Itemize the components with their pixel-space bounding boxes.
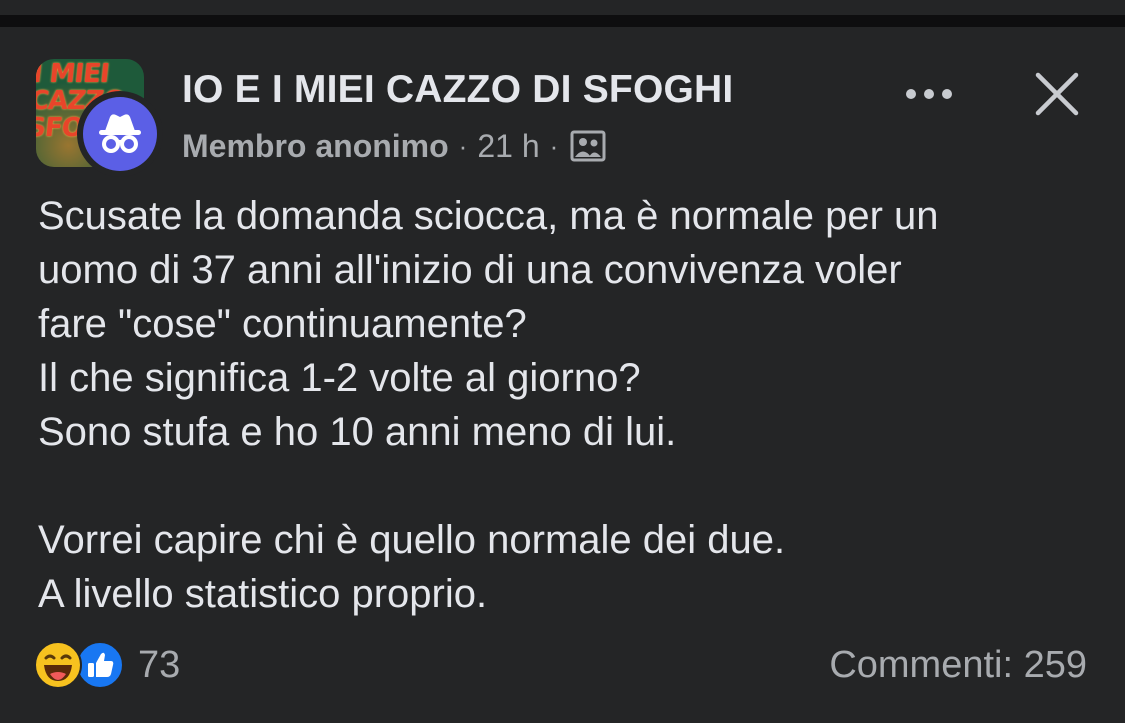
- post-line: uomo di 37 anni all'inizio di una conviv…: [38, 248, 902, 292]
- like-reaction-icon: [76, 641, 124, 689]
- anonymous-member-avatar[interactable]: [77, 91, 163, 177]
- post-line: Sono stufa e ho 10 anni meno di lui.: [38, 410, 677, 454]
- post-line: A livello statistico proprio.: [38, 572, 488, 616]
- close-icon: [1035, 72, 1079, 116]
- group-audience-icon: [570, 130, 606, 162]
- group-name-link[interactable]: IO E I MIEI CAZZO DI SFOGHI: [182, 68, 733, 112]
- comments-count-link[interactable]: Commenti: 259: [829, 640, 1087, 690]
- post-timestamp[interactable]: 21 h: [477, 128, 539, 165]
- more-options-icon: [906, 89, 952, 99]
- top-divider: [0, 15, 1125, 27]
- post-body: Scusate la domanda sciocca, ma è normale…: [38, 189, 1098, 621]
- meta-separator: ·: [458, 130, 468, 161]
- incognito-icon: [99, 114, 141, 153]
- more-options-button[interactable]: [898, 76, 960, 112]
- post-line: Vorrei capire chi è quello normale dei d…: [38, 518, 786, 562]
- close-button[interactable]: [1030, 70, 1084, 118]
- post-line: Il che significa 1-2 volte al giorno?: [38, 356, 641, 400]
- haha-reaction-icon: [34, 641, 82, 689]
- author-name[interactable]: Membro anonimo: [182, 128, 449, 165]
- meta-separator-2: ·: [549, 130, 559, 161]
- post-line: Scusate la domanda sciocca, ma è normale…: [38, 194, 939, 238]
- post-line: fare "cose" continuamente?: [38, 302, 527, 346]
- post-meta: Membro anonimo · 21 h ·: [182, 126, 606, 166]
- reaction-count: 73: [138, 643, 181, 686]
- reactions-summary[interactable]: 73: [34, 640, 180, 690]
